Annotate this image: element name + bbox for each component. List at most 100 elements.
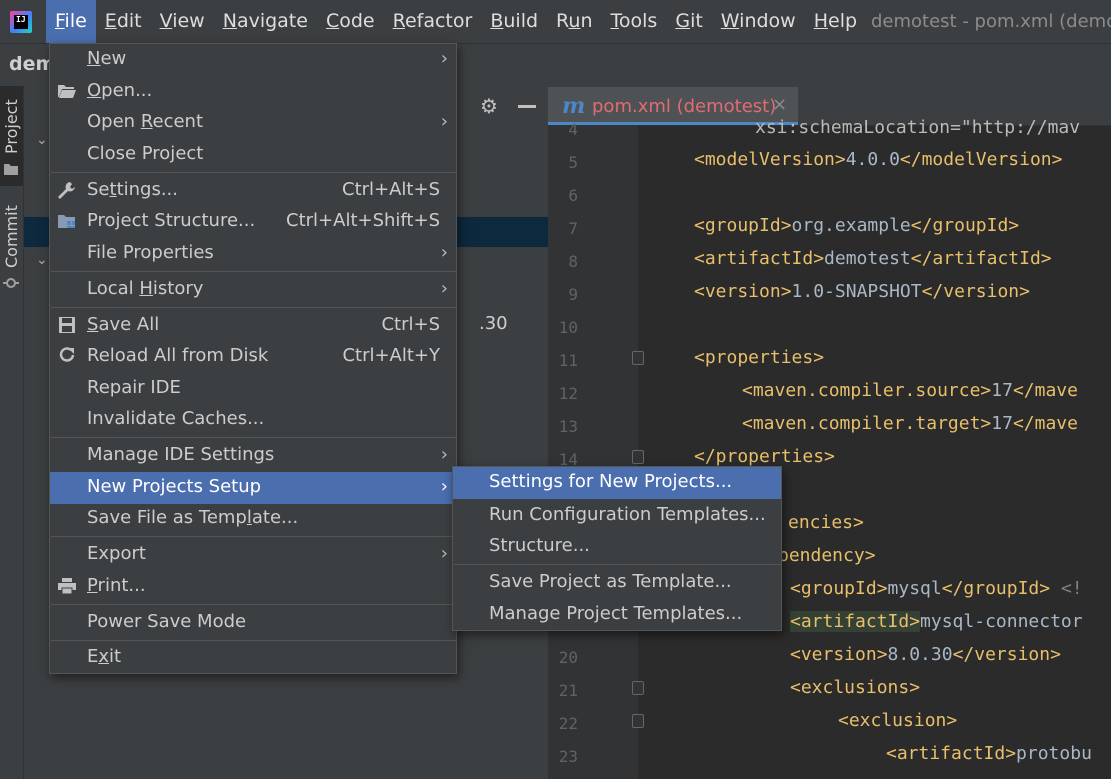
save-icon xyxy=(57,316,79,336)
chevron-down-icon[interactable]: ⌄ xyxy=(36,253,48,267)
chevron-right-icon: › xyxy=(440,242,448,263)
code-line: <version>1.0-SNAPSHOT</version> xyxy=(694,281,1030,302)
menu-item-save-file-as-template[interactable]: Save File as Template... xyxy=(50,503,456,535)
menu-tools[interactable]: Tools xyxy=(602,0,667,43)
chevron-right-icon: › xyxy=(440,111,448,132)
menu-run[interactable]: Run xyxy=(547,0,601,43)
project-tool-button[interactable]: Project xyxy=(0,86,23,186)
line-number: 13 xyxy=(558,417,578,436)
menu-separator xyxy=(51,536,456,537)
submenu-item-run-configuration-templates[interactable]: Run Configuration Templates... xyxy=(453,500,781,532)
code-line: xsi:schemaLocation="http://mav xyxy=(755,117,1081,138)
menu-separator xyxy=(454,564,781,565)
intellij-logo-icon: IJ xyxy=(10,10,32,33)
menu-item-reload-all[interactable]: Reload All from Disk Ctrl+Alt+Y xyxy=(50,341,456,373)
fold-icon[interactable] xyxy=(632,714,644,728)
line-number: 9 xyxy=(568,285,578,304)
menu-separator xyxy=(51,271,456,272)
menu-item-open[interactable]: Open... xyxy=(50,76,456,108)
menu-view[interactable]: View xyxy=(151,0,214,43)
maven-icon: m xyxy=(562,93,586,119)
folder-icon xyxy=(4,164,18,175)
chevron-down-icon[interactable]: ⌄ xyxy=(36,133,48,147)
editor-gutter: 4 5 6 7 8 9 10 11 12 13 14 20 21 22 23 xyxy=(548,120,644,779)
menu-separator xyxy=(51,604,456,605)
code-line: </properties> xyxy=(694,446,835,467)
menu-git[interactable]: Git xyxy=(666,0,711,43)
line-number: 4 xyxy=(568,120,578,139)
menu-refactor[interactable]: Refactor xyxy=(384,0,482,43)
menu-separator xyxy=(51,307,456,308)
reload-icon xyxy=(57,347,79,367)
menu-item-save-all[interactable]: Save All Ctrl+S xyxy=(50,310,456,342)
commit-tool-label: Commit xyxy=(2,205,21,268)
menu-edit[interactable]: Edit xyxy=(96,0,151,43)
file-menu-dropdown: New › Open... Open Recent › Close Projec… xyxy=(49,43,457,674)
line-number: 11 xyxy=(558,351,578,370)
menu-code[interactable]: Code xyxy=(317,0,384,43)
code-line: <artifactId>protobu xyxy=(886,743,1092,764)
menu-item-repair-ide[interactable]: Repair IDE xyxy=(50,373,456,405)
menu-item-manage-ide-settings[interactable]: Manage IDE Settings › xyxy=(50,440,456,472)
menu-build[interactable]: Build xyxy=(481,0,547,43)
menu-item-open-recent[interactable]: Open Recent › xyxy=(50,107,456,139)
chevron-right-icon: › xyxy=(440,444,448,465)
menu-navigate[interactable]: Navigate xyxy=(214,0,317,43)
project-tool-label: Project xyxy=(2,99,21,154)
menu-item-file-properties[interactable]: File Properties › xyxy=(50,238,456,270)
line-number: 21 xyxy=(558,681,578,700)
shortcut: Ctrl+S xyxy=(381,314,440,335)
line-number: 8 xyxy=(568,252,578,271)
menu-separator xyxy=(51,172,456,173)
menu-item-power-save-mode[interactable]: Power Save Mode xyxy=(50,607,456,639)
line-number: 22 xyxy=(558,714,578,733)
line-number: 7 xyxy=(568,219,578,238)
fold-icon[interactable] xyxy=(632,351,644,365)
menu-item-local-history[interactable]: Local History › xyxy=(50,274,456,306)
gear-icon[interactable]: ⚙ xyxy=(480,96,500,116)
fold-icon[interactable] xyxy=(632,681,644,695)
new-projects-setup-submenu: Settings for New Projects... Run Configu… xyxy=(452,466,782,631)
line-number: 23 xyxy=(558,747,578,766)
menu-item-exit[interactable]: Exit xyxy=(50,642,456,674)
code-line: <artifactId>mysql-connector xyxy=(790,611,1083,632)
menu-item-invalidate-caches[interactable]: Invalidate Caches... xyxy=(50,404,456,436)
shortcut: Ctrl+Alt+Shift+S xyxy=(286,210,440,231)
wrench-icon xyxy=(57,181,79,201)
shortcut: Ctrl+Alt+S xyxy=(342,179,440,200)
submenu-item-save-project-as-template[interactable]: Save Project as Template... xyxy=(453,567,781,599)
line-number: 10 xyxy=(558,318,578,337)
minimize-icon[interactable] xyxy=(518,105,536,108)
submenu-item-manage-project-templates[interactable]: Manage Project Templates... xyxy=(453,599,781,631)
menu-item-close-project[interactable]: Close Project xyxy=(50,139,456,171)
menu-window[interactable]: Window xyxy=(712,0,805,43)
code-line: <version>8.0.30</version> xyxy=(790,644,1061,665)
line-number: 6 xyxy=(568,186,578,205)
commit-tool-button[interactable]: Commit xyxy=(0,202,23,302)
menu-help[interactable]: Help xyxy=(805,0,866,43)
fold-icon[interactable] xyxy=(632,450,644,464)
code-line: <maven.compiler.target>17</mave xyxy=(742,413,1078,434)
code-line: <modelVersion>4.0.0</modelVersion> xyxy=(694,149,1063,170)
tool-window-strip: Project Commit xyxy=(0,86,24,779)
chevron-right-icon: › xyxy=(440,278,448,299)
menu-item-export[interactable]: Export › xyxy=(50,539,456,571)
close-icon[interactable]: × xyxy=(772,94,787,115)
code-line: <exclusion> xyxy=(838,710,958,731)
code-line: encies> xyxy=(788,512,864,533)
chevron-right-icon: › xyxy=(440,476,448,497)
menu-item-settings[interactable]: Settings... Ctrl+Alt+S xyxy=(50,175,456,207)
line-number: 12 xyxy=(558,384,578,403)
tree-item-fragment: .30 xyxy=(479,313,508,334)
menu-item-new[interactable]: New › xyxy=(50,44,456,76)
menu-item-project-structure[interactable]: Project Structure... Ctrl+Alt+Shift+S xyxy=(50,206,456,238)
editor: m pom.xml (demotest) × 4 5 6 7 8 9 10 11… xyxy=(548,87,1111,779)
submenu-item-settings-for-new-projects[interactable]: Settings for New Projects... xyxy=(453,467,781,499)
menu-item-print[interactable]: Print... xyxy=(50,571,456,603)
submenu-item-structure[interactable]: Structure... xyxy=(453,531,781,563)
code-line: <groupId>mysql</groupId> <! xyxy=(790,578,1083,599)
line-number: 20 xyxy=(558,648,578,667)
menu-item-new-projects-setup[interactable]: New Projects Setup › xyxy=(50,472,456,504)
code-line: <properties> xyxy=(694,347,825,368)
menu-file[interactable]: File xyxy=(46,0,96,43)
